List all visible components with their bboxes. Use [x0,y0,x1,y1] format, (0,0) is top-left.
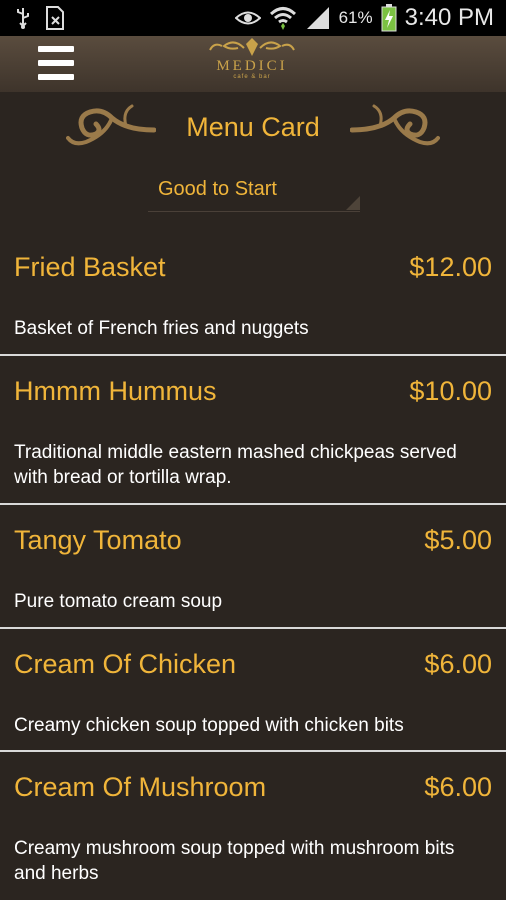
item-name: Hmmm Hummus [14,376,217,406]
menu-item[interactable]: Tangy Tomato $5.00 Pure tomato cream sou… [0,505,506,627]
menu-item[interactable]: Cream Of Mushroom $6.00 Creamy mushroom … [0,752,506,900]
logo-crest-icon [209,38,295,56]
item-name: Cream Of Chicken [14,649,237,679]
item-price: $5.00 [424,525,492,555]
menu-item[interactable]: Cream Of Chicken $6.00 Creamy chicken so… [0,629,506,751]
item-price: $6.00 [424,772,492,802]
eye-icon [234,11,261,25]
logo-text: MEDICI [216,58,288,74]
battery-percent: 61% [338,8,373,27]
item-description: Basket of French fries and nuggets [14,318,309,339]
hamburger-icon [38,46,74,52]
item-name: Cream Of Mushroom [14,772,267,802]
item-price: $6.00 [424,649,492,679]
menu-button[interactable] [38,46,74,80]
category-selected: Good to Start [158,178,277,200]
menu-item[interactable]: Fried Basket $12.00 Basket of French fri… [0,230,506,356]
item-description: Creamy mushroom soup topped with mushroo… [14,838,455,884]
battery-charging-icon [381,4,397,32]
ornament-right-icon [350,104,440,146]
dropdown-underline [148,211,360,212]
usb-icon [17,8,29,29]
signal-icon [306,7,329,29]
app-header: MEDICI cafe & bar [0,36,506,92]
category-dropdown[interactable]: Good to Start [148,172,360,212]
no-sim-icon [46,6,64,30]
item-description: Pure tomato cream soup [14,591,223,612]
item-description: Traditional middle eastern mashed chickp… [14,442,457,488]
item-name: Fried Basket [14,252,166,282]
status-bar: 61% 3:40 PM [0,0,506,36]
item-name: Tangy Tomato [14,525,182,555]
item-price: $12.00 [409,252,492,282]
medici-logo: MEDICI cafe & bar [200,36,304,92]
logo-subtext: cafe & bar [233,74,271,80]
wifi-icon [269,7,296,30]
item-price: $10.00 [409,376,492,406]
menu-item[interactable]: Hmmm Hummus $10.00 Traditional middle ea… [0,356,506,504]
dropdown-arrow-icon [346,196,360,210]
clock: 3:40 PM [404,4,494,31]
item-description: Creamy chicken soup topped with chicken … [14,715,404,736]
